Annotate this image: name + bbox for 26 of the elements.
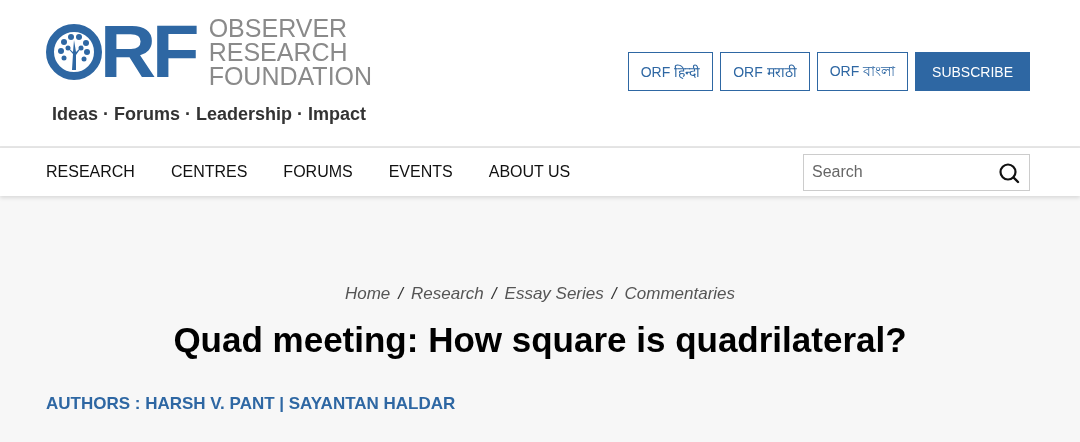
breadcrumb-separator: / <box>611 284 617 304</box>
subscribe-button[interactable]: SUBSCRIBE <box>915 52 1030 91</box>
language-button[interactable]: ORF বাংলা <box>816 52 909 91</box>
article-title: Quad meeting: How square is quadrilateral? <box>172 320 908 360</box>
logo-name-line: RESEARCH <box>208 40 349 64</box>
breadcrumb-separator: / <box>398 284 404 304</box>
nav-link[interactable]: RESEARCH <box>46 163 135 181</box>
breadcrumb-link[interactable]: Essay Series <box>504 284 604 304</box>
nav-link[interactable]: EVENTS <box>388 163 453 181</box>
article-authors: AUTHORS : HARSH V. PANT | SAYANTAN HALDAR <box>46 394 457 414</box>
language-button[interactable]: ORF मराठी <box>720 52 810 91</box>
search-field[interactable]: Search <box>803 153 1030 191</box>
breadcrumb-link[interactable]: Home <box>344 284 391 304</box>
nav-link[interactable]: ABOUT US <box>488 163 571 181</box>
search-icon[interactable] <box>998 161 1020 184</box>
logo-name-line: FOUNDATION <box>208 64 373 88</box>
breadcrumb-link[interactable]: Research <box>411 284 484 304</box>
breadcrumb-separator: / <box>491 284 497 304</box>
logo-name-line: OBSERVER <box>208 16 349 40</box>
breadcrumb-link[interactable]: Commentaries <box>624 284 736 304</box>
language-button[interactable]: ORF हिन्दी <box>627 52 714 91</box>
tree-circle-icon <box>46 24 102 80</box>
nav-link[interactable]: CENTRES <box>170 163 248 181</box>
nav-link[interactable]: FORUMS <box>283 163 353 181</box>
logo-letters: RF <box>100 22 196 82</box>
logo-tagline: Ideas · Forums · Leadership · Impact <box>52 104 368 125</box>
